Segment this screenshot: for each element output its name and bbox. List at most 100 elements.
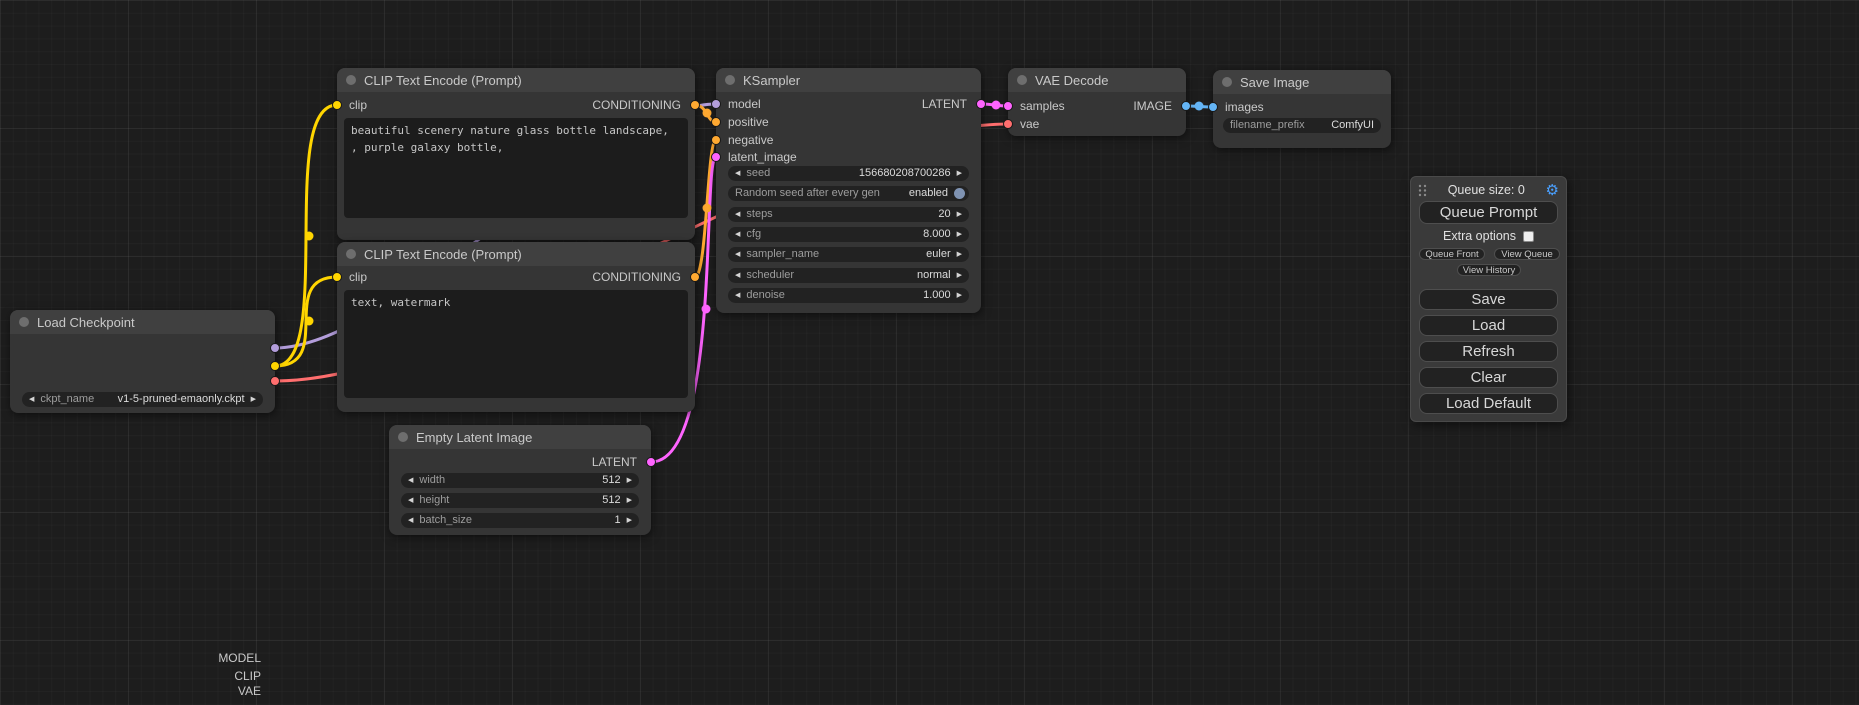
node-title-bar[interactable]: Save Image bbox=[1213, 70, 1391, 94]
widget-label: ckpt_name bbox=[40, 392, 111, 407]
widget-label: denoise bbox=[746, 288, 917, 303]
clear-button[interactable]: Clear bbox=[1419, 367, 1558, 388]
increment-arrow-icon[interactable]: ▶ bbox=[957, 288, 962, 303]
node-clip-text-encode-negative[interactable]: CLIP Text Encode (Prompt) clip CONDITION… bbox=[337, 242, 695, 412]
queue-front-button[interactable]: Queue Front bbox=[1419, 248, 1485, 260]
view-queue-button[interactable]: View Queue bbox=[1494, 248, 1560, 260]
node-empty-latent-image[interactable]: Empty Latent Image LATENT ◀ width 512 ▶ … bbox=[389, 425, 651, 535]
wire-conditioning-negative bbox=[695, 140, 716, 277]
scheduler-widget[interactable]: ◀ scheduler normal ▶ bbox=[728, 268, 969, 283]
output-label-model: MODEL bbox=[218, 651, 261, 665]
widget-value: 1 bbox=[614, 513, 620, 528]
input-label-negative: negative bbox=[728, 133, 773, 147]
denoise-widget[interactable]: ◀ denoise 1.000 ▶ bbox=[728, 288, 969, 303]
widget-label: sampler_name bbox=[746, 247, 920, 262]
cfg-widget[interactable]: ◀ cfg 8.000 ▶ bbox=[728, 227, 969, 242]
node-ksampler[interactable]: KSampler model positive negative latent_… bbox=[716, 68, 981, 313]
increment-arrow-icon[interactable]: ▶ bbox=[627, 513, 632, 528]
refresh-button[interactable]: Refresh bbox=[1419, 341, 1558, 362]
queue-prompt-button[interactable]: Queue Prompt bbox=[1419, 201, 1558, 224]
widget-label: steps bbox=[746, 207, 932, 222]
settings-gear-icon[interactable]: ⚙ bbox=[1546, 183, 1559, 198]
widget-value: normal bbox=[917, 268, 951, 283]
menu-header: Queue size: 0 ⚙ bbox=[1418, 182, 1559, 198]
output-label-latent: LATENT bbox=[922, 97, 967, 111]
node-vae-decode[interactable]: VAE Decode samples vae IMAGE bbox=[1008, 68, 1186, 136]
collapse-dot-icon[interactable] bbox=[19, 317, 29, 327]
node-title-bar[interactable]: Empty Latent Image bbox=[389, 425, 651, 449]
filename-prefix-widget[interactable]: filename_prefix ComfyUI bbox=[1223, 118, 1381, 133]
decrement-arrow-icon[interactable]: ◀ bbox=[735, 247, 740, 262]
increment-arrow-icon[interactable]: ▶ bbox=[251, 392, 256, 407]
input-label-positive: positive bbox=[728, 115, 769, 129]
input-label-latent-image: latent_image bbox=[728, 150, 797, 164]
node-clip-text-encode-positive[interactable]: CLIP Text Encode (Prompt) clip CONDITION… bbox=[337, 68, 695, 240]
widget-label: height bbox=[419, 493, 596, 508]
wire-midpoint-dot bbox=[992, 101, 1001, 110]
collapse-dot-icon[interactable] bbox=[398, 432, 408, 442]
wire-midpoint-dot bbox=[305, 232, 314, 241]
node-graph-canvas[interactable]: Load Checkpoint MODEL CLIP VAE ◀ ckpt_na… bbox=[0, 0, 1859, 705]
widget-value: 20 bbox=[938, 207, 950, 222]
node-save-image[interactable]: Save Image images filename_prefix ComfyU… bbox=[1213, 70, 1391, 148]
widget-value: v1-5-pruned-emaonly.ckpt bbox=[118, 392, 245, 407]
widget-label: filename_prefix bbox=[1230, 118, 1325, 133]
save-button[interactable]: Save bbox=[1419, 289, 1558, 310]
steps-widget[interactable]: ◀ steps 20 ▶ bbox=[728, 207, 969, 222]
collapse-dot-icon[interactable] bbox=[1222, 77, 1232, 87]
node-title-bar[interactable]: VAE Decode bbox=[1008, 68, 1186, 92]
increment-arrow-icon[interactable]: ▶ bbox=[957, 227, 962, 242]
output-label-conditioning: CONDITIONING bbox=[592, 98, 681, 112]
increment-arrow-icon[interactable]: ▶ bbox=[957, 268, 962, 283]
wire-midpoint-dot bbox=[703, 204, 712, 213]
input-label-images: images bbox=[1225, 100, 1264, 114]
decrement-arrow-icon[interactable]: ◀ bbox=[735, 207, 740, 222]
positive-prompt-textarea[interactable]: beautiful scenery nature glass bottle la… bbox=[344, 118, 688, 218]
widget-label: seed bbox=[746, 166, 852, 181]
random-seed-toggle-widget[interactable]: Random seed after every gen enabled bbox=[728, 186, 969, 201]
decrement-arrow-icon[interactable]: ◀ bbox=[735, 227, 740, 242]
batch-size-widget[interactable]: ◀ batch_size 1 ▶ bbox=[401, 513, 639, 528]
extra-options-label: Extra options bbox=[1443, 229, 1516, 243]
widget-value: euler bbox=[926, 247, 950, 262]
increment-arrow-icon[interactable]: ▶ bbox=[627, 493, 632, 508]
width-widget[interactable]: ◀ width 512 ▶ bbox=[401, 473, 639, 488]
negative-prompt-textarea[interactable]: text, watermark bbox=[344, 290, 688, 398]
collapse-dot-icon[interactable] bbox=[725, 75, 735, 85]
height-widget[interactable]: ◀ height 512 ▶ bbox=[401, 493, 639, 508]
node-title: CLIP Text Encode (Prompt) bbox=[364, 247, 522, 262]
view-history-button[interactable]: View History bbox=[1457, 264, 1521, 276]
collapse-dot-icon[interactable] bbox=[346, 249, 356, 259]
decrement-arrow-icon[interactable]: ◀ bbox=[735, 268, 740, 283]
load-default-button[interactable]: Load Default bbox=[1419, 393, 1558, 414]
node-title-bar[interactable]: KSampler bbox=[716, 68, 981, 92]
node-title-bar[interactable]: CLIP Text Encode (Prompt) bbox=[337, 68, 695, 92]
node-load-checkpoint[interactable]: Load Checkpoint MODEL CLIP VAE ◀ ckpt_na… bbox=[10, 310, 275, 413]
increment-arrow-icon[interactable]: ▶ bbox=[957, 166, 962, 181]
increment-arrow-icon[interactable]: ▶ bbox=[627, 473, 632, 488]
collapse-dot-icon[interactable] bbox=[1017, 75, 1027, 85]
seed-widget[interactable]: ◀ seed 156680208700286 ▶ bbox=[728, 166, 969, 181]
sampler-name-widget[interactable]: ◀ sampler_name euler ▶ bbox=[728, 247, 969, 262]
load-button[interactable]: Load bbox=[1419, 315, 1558, 336]
widget-label: cfg bbox=[746, 227, 917, 242]
widget-label: scheduler bbox=[746, 268, 911, 283]
decrement-arrow-icon[interactable]: ◀ bbox=[735, 288, 740, 303]
decrement-arrow-icon[interactable]: ◀ bbox=[408, 493, 413, 508]
extra-options-row: Extra options bbox=[1411, 229, 1566, 243]
node-title-bar[interactable]: CLIP Text Encode (Prompt) bbox=[337, 242, 695, 266]
ckpt-name-widget[interactable]: ◀ ckpt_name v1-5-pruned-emaonly.ckpt ▶ bbox=[22, 392, 263, 407]
node-title: Empty Latent Image bbox=[416, 430, 532, 445]
increment-arrow-icon[interactable]: ▶ bbox=[957, 247, 962, 262]
decrement-arrow-icon[interactable]: ◀ bbox=[408, 473, 413, 488]
collapse-dot-icon[interactable] bbox=[346, 75, 356, 85]
decrement-arrow-icon[interactable]: ◀ bbox=[408, 513, 413, 528]
node-title-bar[interactable]: Load Checkpoint bbox=[10, 310, 275, 334]
output-label-clip: CLIP bbox=[234, 669, 261, 683]
toggle-knob-icon[interactable] bbox=[954, 188, 965, 199]
decrement-arrow-icon[interactable]: ◀ bbox=[29, 392, 34, 407]
extra-options-checkbox[interactable] bbox=[1523, 231, 1534, 242]
drag-handle-icon[interactable] bbox=[1418, 184, 1427, 197]
decrement-arrow-icon[interactable]: ◀ bbox=[735, 166, 740, 181]
increment-arrow-icon[interactable]: ▶ bbox=[957, 207, 962, 222]
